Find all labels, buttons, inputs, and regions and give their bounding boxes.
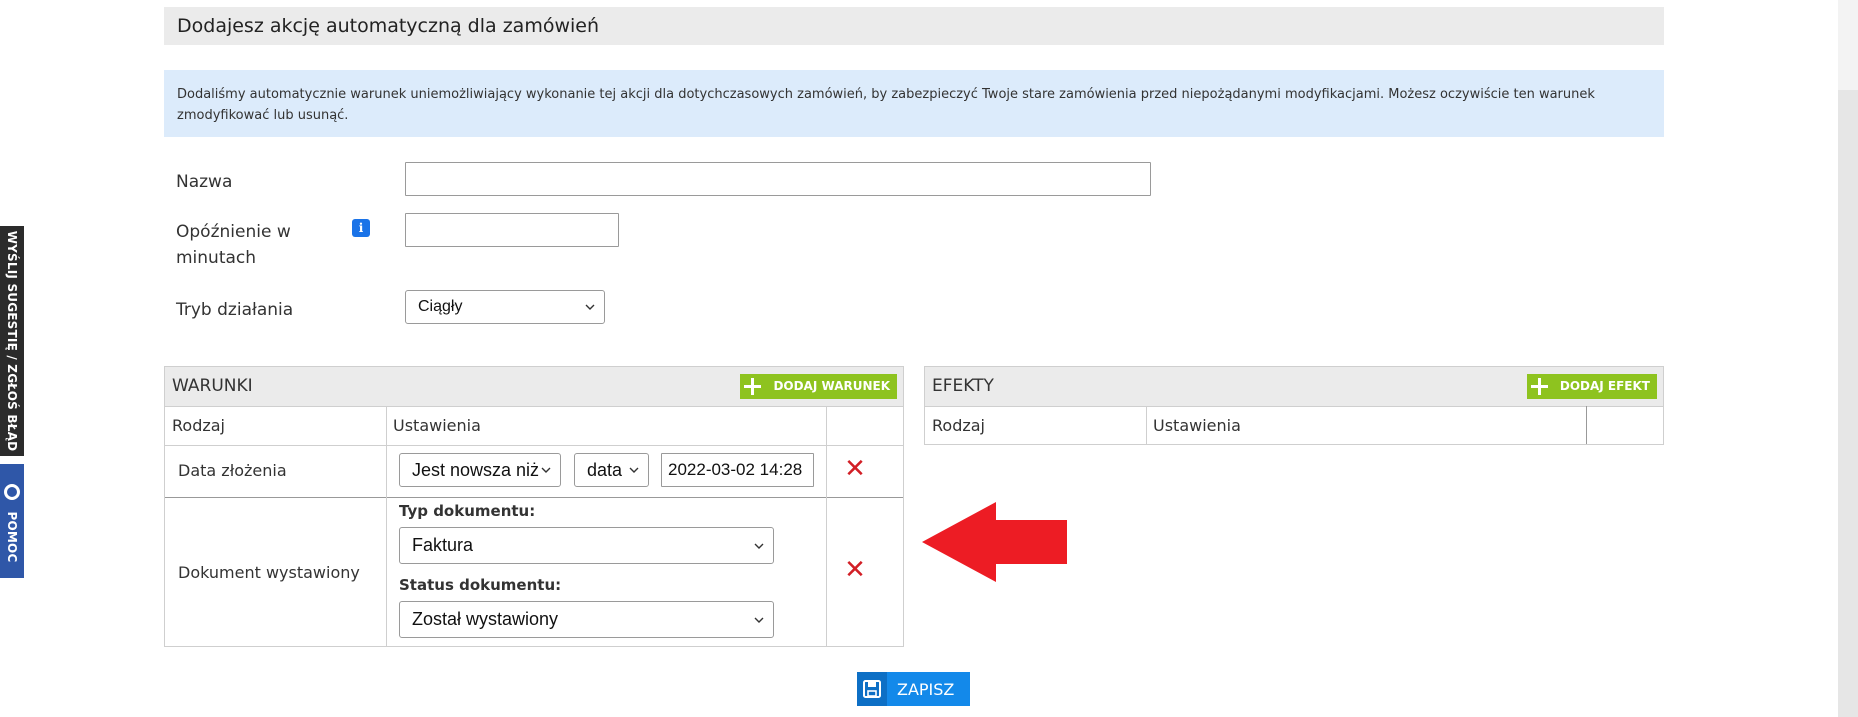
conditions-panel: WARUNKI DODAJ WARUNEK Rodzaj Ustawienia … bbox=[164, 366, 904, 647]
plus-icon bbox=[1527, 374, 1552, 399]
chevron-down-icon bbox=[629, 467, 639, 473]
add-condition-label: DODAJ WARUNEK bbox=[773, 379, 890, 393]
unit-select-value: data bbox=[587, 459, 623, 480]
doc-type-select[interactable]: Faktura bbox=[399, 527, 774, 564]
scrollbar-thumb[interactable] bbox=[1838, 0, 1858, 90]
save-button-label: ZAPISZ bbox=[897, 679, 955, 699]
effects-col-settings: Ustawienia bbox=[1153, 416, 1241, 435]
info-icon[interactable]: i bbox=[352, 219, 370, 237]
effects-panel: EFEKTY DODAJ EFEKT Rodzaj Ustawienia bbox=[924, 366, 1664, 445]
conditions-col-type: Rodzaj bbox=[172, 416, 225, 435]
delete-condition-icon[interactable]: ✕ bbox=[841, 557, 869, 583]
add-effect-label: DODAJ EFEKT bbox=[1559, 379, 1650, 393]
chevron-down-icon bbox=[585, 304, 595, 310]
conditions-header: WARUNKI DODAJ WARUNEK bbox=[165, 367, 903, 407]
unit-select[interactable]: data bbox=[574, 453, 649, 487]
delay-input[interactable] bbox=[405, 213, 619, 247]
suggestion-tab[interactable]: WYŚLIJ SUGESTIĘ / ZGŁOŚ BŁĄD bbox=[0, 226, 24, 456]
name-label: Nazwa bbox=[176, 172, 233, 192]
plus-icon bbox=[740, 374, 765, 399]
suggestion-tab-label: WYŚLIJ SUGESTIĘ / ZGŁOŚ BŁĄD bbox=[5, 230, 19, 452]
condition-type: Dokument wystawiony bbox=[178, 563, 360, 582]
effects-title: EFEKTY bbox=[932, 376, 994, 396]
add-effect-button[interactable]: DODAJ EFEKT bbox=[1526, 374, 1657, 399]
row-divider bbox=[165, 445, 903, 446]
condition-type: Data złożenia bbox=[178, 461, 287, 480]
doc-type-label: Typ dokumentu: bbox=[399, 502, 536, 520]
help-tab[interactable]: POMOC bbox=[0, 464, 24, 578]
col-divider bbox=[386, 406, 387, 646]
help-tab-label: POMOC bbox=[5, 511, 19, 563]
delay-label: Opóźnienie w minutach bbox=[176, 222, 291, 268]
doc-status-select-value: Został wystawiony bbox=[412, 609, 559, 629]
mode-label: Tryb działania bbox=[176, 300, 294, 320]
chevron-down-icon bbox=[754, 617, 764, 623]
lifebuoy-icon bbox=[4, 484, 20, 500]
col-divider bbox=[1586, 406, 1587, 444]
chevron-down-icon bbox=[754, 543, 764, 549]
save-button[interactable]: ZAPISZ bbox=[857, 672, 970, 706]
chevron-down-icon bbox=[541, 467, 551, 473]
delete-condition-icon[interactable]: ✕ bbox=[841, 456, 869, 482]
col-divider bbox=[826, 406, 827, 646]
col-divider bbox=[1146, 406, 1147, 444]
page-title: Dodajesz akcję automatyczną dla zamówień bbox=[164, 7, 1664, 45]
floppy-disk-icon bbox=[857, 672, 887, 706]
info-message: Dodaliśmy automatycznie warunek uniemożl… bbox=[164, 70, 1664, 137]
conditions-title: WARUNKI bbox=[172, 376, 253, 396]
mode-select-value: Ciągły bbox=[418, 298, 463, 315]
doc-status-label: Status dokumentu: bbox=[399, 576, 562, 594]
doc-status-select[interactable]: Został wystawiony bbox=[399, 601, 774, 638]
mode-select[interactable]: Ciągły bbox=[405, 290, 605, 324]
operator-select-value: Jest nowsza niż bbox=[412, 459, 540, 480]
doc-type-select-value: Faktura bbox=[412, 535, 474, 555]
add-condition-button[interactable]: DODAJ WARUNEK bbox=[740, 374, 897, 399]
name-input[interactable] bbox=[405, 162, 1151, 196]
operator-select[interactable]: Jest nowsza niż bbox=[399, 453, 561, 487]
arrow-left-icon bbox=[922, 502, 1067, 582]
effects-col-type: Rodzaj bbox=[932, 416, 985, 435]
row-divider bbox=[165, 497, 903, 498]
scrollbar[interactable] bbox=[1838, 0, 1858, 717]
date-input[interactable] bbox=[661, 453, 814, 487]
effects-header: EFEKTY DODAJ EFEKT bbox=[925, 367, 1663, 407]
conditions-col-settings: Ustawienia bbox=[393, 416, 481, 435]
